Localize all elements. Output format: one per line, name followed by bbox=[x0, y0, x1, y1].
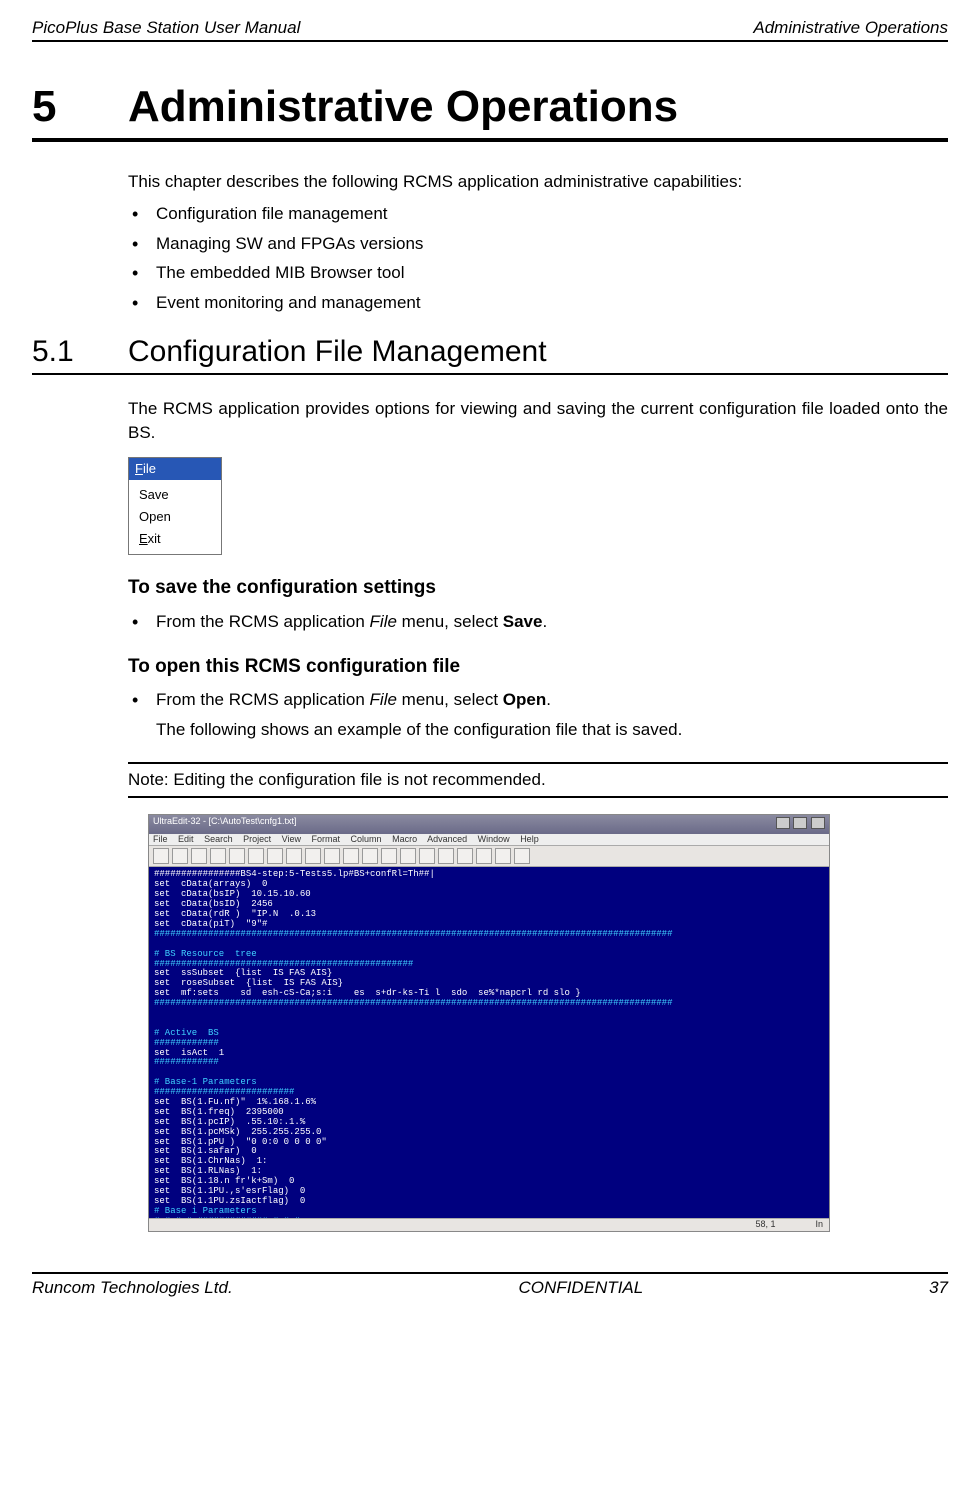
menu-item[interactable]: File bbox=[153, 834, 168, 844]
status-mode: In bbox=[815, 1220, 823, 1230]
intro-bullet-list: Configuration file management Managing S… bbox=[128, 202, 948, 315]
intro-paragraph: This chapter describes the following RCM… bbox=[128, 170, 948, 194]
page-footer: Runcom Technologies Ltd. CONFIDENTIAL 37 bbox=[32, 1272, 948, 1298]
file-menu-title-underline: F bbox=[135, 461, 143, 476]
menu-item[interactable]: Column bbox=[351, 834, 382, 844]
list-item: Event monitoring and management bbox=[128, 291, 948, 315]
list-item: Managing SW and FPGAs versions bbox=[128, 232, 948, 256]
header-left: PicoPlus Base Station User Manual bbox=[32, 18, 300, 38]
toolbar-icon[interactable] bbox=[400, 848, 416, 864]
menu-item-open[interactable]: Open bbox=[129, 506, 221, 528]
menu-item-label: Open bbox=[139, 509, 171, 524]
toolbar-icon[interactable] bbox=[191, 848, 207, 864]
chapter-title: Administrative Operations bbox=[128, 82, 678, 132]
list-item: From the RCMS application File menu, sel… bbox=[128, 610, 948, 634]
toolbar-icon[interactable] bbox=[286, 848, 302, 864]
footer-right: 37 bbox=[929, 1278, 948, 1298]
editor-code-area: ################BS4-step:5-Tests5.lp#BS+… bbox=[149, 867, 829, 1218]
text-span-bold: Open bbox=[503, 690, 546, 709]
menu-item[interactable]: Edit bbox=[178, 834, 194, 844]
section-title: Configuration File Management bbox=[128, 335, 547, 369]
file-menu-title-rest: ile bbox=[143, 461, 156, 476]
menu-item[interactable]: View bbox=[282, 834, 301, 844]
save-bullet-list: From the RCMS application File menu, sel… bbox=[128, 610, 948, 634]
menu-item[interactable]: Search bbox=[204, 834, 233, 844]
list-item: Configuration file management bbox=[128, 202, 948, 226]
text-span-italic: File bbox=[370, 612, 397, 631]
toolbar-icon[interactable] bbox=[457, 848, 473, 864]
section-heading: 5.1 Configuration File Management bbox=[32, 335, 948, 375]
toolbar-icon[interactable] bbox=[438, 848, 454, 864]
menu-item-label: xit bbox=[148, 531, 161, 546]
toolbar-icon[interactable] bbox=[305, 848, 321, 864]
toolbar-icon[interactable] bbox=[419, 848, 435, 864]
text-span: menu, select bbox=[397, 690, 503, 709]
file-menu-title[interactable]: File bbox=[129, 458, 221, 480]
note-box: Note: Editing the configuration file is … bbox=[128, 762, 948, 798]
minimize-icon[interactable] bbox=[776, 817, 790, 829]
toolbar-icon[interactable] bbox=[210, 848, 226, 864]
toolbar-icon[interactable] bbox=[267, 848, 283, 864]
footer-center: CONFIDENTIAL bbox=[519, 1278, 644, 1298]
text-editor-screenshot: UltraEdit-32 - [C:\AutoTest\cnfg1.txt] F… bbox=[148, 814, 830, 1233]
text-span-italic: File bbox=[370, 690, 397, 709]
toolbar-icon[interactable] bbox=[381, 848, 397, 864]
menu-item-underline: E bbox=[139, 531, 148, 546]
toolbar-icon[interactable] bbox=[476, 848, 492, 864]
menu-item[interactable]: Project bbox=[243, 834, 271, 844]
file-menu-screenshot: File Save Open Exit bbox=[128, 457, 222, 556]
editor-title: UltraEdit-32 - [C:\AutoTest\cnfg1.txt] bbox=[153, 817, 297, 832]
header-right: Administrative Operations bbox=[753, 18, 948, 38]
text-span-bold: Save bbox=[503, 612, 543, 631]
toolbar-icon[interactable] bbox=[172, 848, 188, 864]
menu-item[interactable]: Help bbox=[520, 834, 539, 844]
maximize-icon[interactable] bbox=[793, 817, 807, 829]
chapter-heading: 5 Administrative Operations bbox=[32, 82, 948, 142]
toolbar-icon[interactable] bbox=[229, 848, 245, 864]
toolbar-icon[interactable] bbox=[514, 848, 530, 864]
window-buttons bbox=[775, 817, 825, 832]
open-bullet-list: From the RCMS application File menu, sel… bbox=[128, 688, 948, 742]
menu-item[interactable]: Window bbox=[478, 834, 510, 844]
list-item: From the RCMS application File menu, sel… bbox=[128, 688, 948, 742]
follow-text: The following shows an example of the co… bbox=[156, 718, 948, 742]
toolbar-icon[interactable] bbox=[153, 848, 169, 864]
editor-toolbar bbox=[149, 846, 829, 867]
text-span: . bbox=[542, 612, 547, 631]
menu-item-label: Save bbox=[139, 487, 169, 502]
footer-left: Runcom Technologies Ltd. bbox=[32, 1278, 233, 1298]
chapter-number: 5 bbox=[32, 82, 128, 132]
editor-statusbar: 58, 1 In bbox=[149, 1218, 829, 1231]
page-header: PicoPlus Base Station User Manual Admini… bbox=[32, 18, 948, 42]
menu-item-exit[interactable]: Exit bbox=[129, 528, 221, 550]
toolbar-icon[interactable] bbox=[362, 848, 378, 864]
text-span: menu, select bbox=[397, 612, 503, 631]
editor-menubar: File Edit Search Project View Format Col… bbox=[149, 834, 829, 847]
text-span: From the RCMS application bbox=[156, 690, 370, 709]
toolbar-icon[interactable] bbox=[495, 848, 511, 864]
status-position: 58, 1 bbox=[755, 1220, 775, 1230]
toolbar-icon[interactable] bbox=[324, 848, 340, 864]
menu-item-save[interactable]: Save bbox=[129, 484, 221, 506]
close-icon[interactable] bbox=[811, 817, 825, 829]
editor-titlebar: UltraEdit-32 - [C:\AutoTest\cnfg1.txt] bbox=[149, 815, 829, 834]
toolbar-icon[interactable] bbox=[343, 848, 359, 864]
list-item: The embedded MIB Browser tool bbox=[128, 261, 948, 285]
section-number: 5.1 bbox=[32, 335, 128, 369]
section-paragraph: The RCMS application provides options fo… bbox=[128, 397, 948, 445]
menu-item[interactable]: Advanced bbox=[427, 834, 467, 844]
menu-item[interactable]: Macro bbox=[392, 834, 417, 844]
text-span: . bbox=[546, 690, 551, 709]
subheading-save: To save the configuration settings bbox=[128, 575, 948, 602]
menu-item[interactable]: Format bbox=[312, 834, 341, 844]
toolbar-icon[interactable] bbox=[248, 848, 264, 864]
text-span: From the RCMS application bbox=[156, 612, 370, 631]
subheading-open: To open this RCMS configuration file bbox=[128, 654, 948, 681]
